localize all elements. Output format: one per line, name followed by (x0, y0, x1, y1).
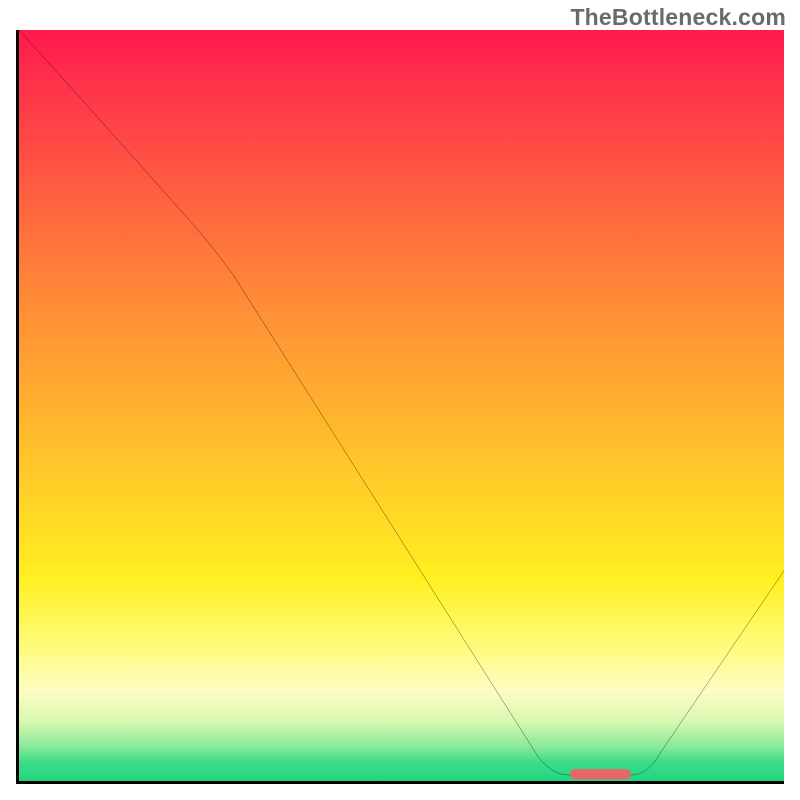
bottleneck-curve (19, 30, 784, 775)
watermark-text: TheBottleneck.com (570, 4, 786, 31)
optimal-range-marker (570, 769, 631, 780)
chart-container: TheBottleneck.com (0, 0, 800, 800)
plot-area (16, 30, 784, 784)
curve-svg (19, 30, 784, 781)
